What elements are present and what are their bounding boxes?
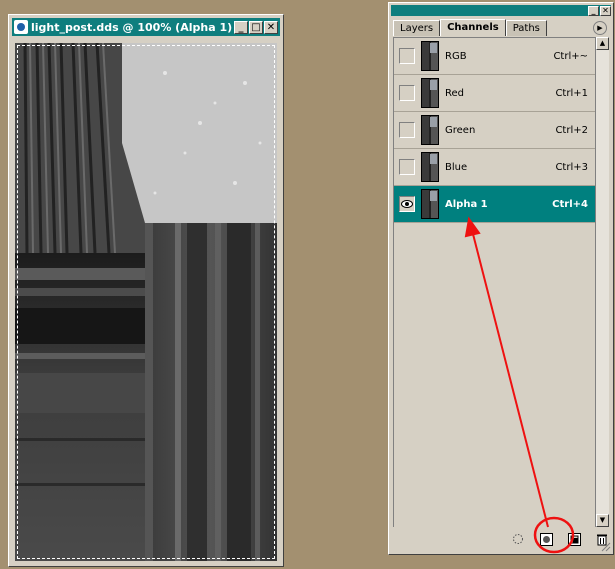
palette-footer [393, 529, 609, 549]
visibility-toggle[interactable] [399, 122, 415, 138]
channel-row-rgb[interactable]: RGB Ctrl+~ [394, 38, 596, 75]
channel-shortcut: Ctrl+2 [555, 124, 588, 136]
visibility-toggle[interactable] [399, 48, 415, 64]
visibility-toggle[interactable] [399, 159, 415, 175]
channel-thumbnail [421, 78, 439, 108]
channel-row-blue[interactable]: Blue Ctrl+3 [394, 149, 596, 186]
channel-thumbnail [421, 41, 439, 71]
alpha-channel-texture [15, 43, 277, 561]
visibility-toggle[interactable] [399, 85, 415, 101]
tab-paths[interactable]: Paths [505, 20, 547, 36]
channel-name: Blue [445, 161, 468, 173]
channel-thumbnail [421, 115, 439, 145]
channel-scrollbar[interactable]: ▲ ▼ [595, 37, 609, 527]
document-window: light_post.dds @ 100% (Alpha 1) _ □ ✕ [8, 14, 284, 567]
image-canvas[interactable] [15, 43, 277, 561]
scroll-down-icon[interactable]: ▼ [596, 514, 609, 527]
scroll-up-icon[interactable]: ▲ [596, 37, 609, 50]
channel-row-alpha-1[interactable]: Alpha 1 Ctrl+4 [394, 186, 596, 223]
visibility-toggle[interactable] [399, 196, 415, 212]
save-selection-icon[interactable] [539, 532, 553, 546]
tab-layers[interactable]: Layers [393, 20, 441, 36]
palette-close-button[interactable]: ✕ [600, 5, 611, 16]
document-title-bar[interactable]: light_post.dds @ 100% (Alpha 1) _ □ ✕ [12, 18, 280, 36]
palette-menu-icon[interactable]: ▶ [593, 21, 607, 35]
resize-grip-icon[interactable] [601, 542, 611, 552]
channel-shortcut: Ctrl+4 [552, 198, 588, 210]
channel-name: Red [445, 87, 464, 99]
photoshop-app-icon[interactable] [14, 20, 28, 34]
palette-tabs: Layers Channels Paths [393, 19, 547, 36]
palette-title-bar[interactable]: _ ✕ [391, 5, 611, 16]
channel-shortcut: Ctrl+3 [555, 161, 588, 173]
tab-channels[interactable]: Channels [440, 19, 506, 36]
channel-thumbnail [421, 189, 439, 219]
new-channel-icon[interactable] [567, 532, 581, 546]
palette-minimize-button[interactable]: _ [588, 5, 599, 16]
maximize-button[interactable]: □ [249, 20, 263, 34]
channel-shortcut: Ctrl+~ [553, 50, 588, 62]
channel-row-red[interactable]: Red Ctrl+1 [394, 75, 596, 112]
minimize-button[interactable]: _ [234, 20, 248, 34]
channel-thumbnail [421, 152, 439, 182]
channel-name: Alpha 1 [445, 198, 488, 210]
document-title: light_post.dds @ 100% (Alpha 1) [31, 20, 233, 34]
load-selection-icon[interactable] [511, 532, 525, 546]
close-button[interactable]: ✕ [264, 20, 278, 34]
channel-name: Green [445, 124, 476, 136]
channel-row-green[interactable]: Green Ctrl+2 [394, 112, 596, 149]
eye-icon [401, 200, 413, 208]
channel-name: RGB [445, 50, 467, 62]
channel-shortcut: Ctrl+1 [555, 87, 588, 99]
channel-list: RGB Ctrl+~ Red Ctrl+1 Green Ctrl+2 Blue … [393, 37, 596, 527]
channels-palette: _ ✕ Layers Channels Paths ▶ RGB Ctrl+~ R… [388, 2, 614, 555]
